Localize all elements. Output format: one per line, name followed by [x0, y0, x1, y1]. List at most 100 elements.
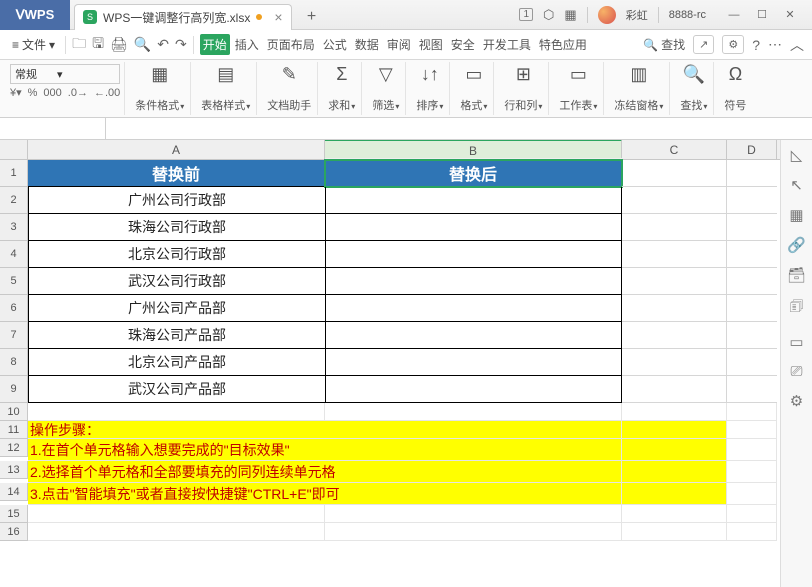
name-box[interactable] — [0, 118, 106, 139]
cell[interactable]: 珠海公司行政部 — [28, 214, 325, 241]
tab-review[interactable]: 审阅 — [384, 34, 414, 55]
cell[interactable] — [727, 160, 777, 187]
cell[interactable] — [727, 214, 777, 241]
backup-icon[interactable]: ⎚ — [790, 363, 802, 380]
row-header[interactable]: 12 — [0, 439, 28, 457]
cell[interactable] — [622, 322, 727, 349]
cell[interactable] — [622, 214, 727, 241]
cell[interactable] — [622, 403, 727, 421]
doc-assist-button[interactable]: ✎文档助手 — [261, 62, 318, 115]
cell[interactable]: 2.选择首个单元格和全部要填充的同列连续单元格 — [28, 461, 622, 483]
find-button[interactable]: 🔍查找▾ — [674, 62, 714, 115]
number-format-select[interactable]: 常规▾ — [10, 64, 120, 84]
cell[interactable]: 广州公司行政部 — [28, 187, 325, 214]
cursor-icon[interactable]: ↖ — [790, 176, 803, 194]
cell[interactable]: 珠海公司产品部 — [28, 322, 325, 349]
cell[interactable] — [727, 322, 777, 349]
collapse-ribbon-icon[interactable]: ︿ — [790, 35, 804, 55]
cell[interactable] — [727, 241, 777, 268]
cell[interactable] — [727, 187, 777, 214]
close-button[interactable]: ✕ — [776, 5, 804, 25]
cell[interactable] — [325, 322, 622, 349]
cell[interactable] — [622, 160, 727, 187]
rowcol-button[interactable]: ⊞行和列▾ — [498, 62, 549, 115]
cell[interactable] — [727, 376, 777, 403]
worksheet-button[interactable]: ▭工作表▾ — [553, 62, 604, 115]
new-tab-button[interactable]: + — [300, 5, 324, 29]
cell[interactable] — [325, 241, 622, 268]
document-tab[interactable]: S WPS一键调整行高列宽.xlsx × — [74, 4, 292, 30]
row-header[interactable]: 4 — [0, 241, 28, 268]
maximize-button[interactable]: ☐ — [748, 5, 776, 25]
more-icon[interactable]: ⋯ — [768, 36, 782, 53]
tab-formula[interactable]: 公式 — [320, 34, 350, 55]
thousands-icon[interactable]: 000 — [43, 87, 61, 99]
help-icon[interactable]: ? — [752, 37, 760, 53]
row-header[interactable]: 14 — [0, 483, 28, 501]
tab-start[interactable]: 开始 — [200, 34, 230, 55]
minimize-button[interactable]: — — [720, 5, 748, 25]
freeze-button[interactable]: ▥冻结窗格▾ — [608, 62, 670, 115]
select-all-corner[interactable] — [0, 140, 28, 159]
redo-icon[interactable]: ↷ — [175, 36, 187, 53]
cell[interactable] — [727, 295, 777, 322]
open-icon[interactable]: 🗀 — [72, 33, 86, 57]
cell[interactable] — [28, 403, 325, 421]
cell[interactable]: 3.点击"智能填充"或者直接按快捷键"CTRL+E"即可 — [28, 483, 622, 505]
row-header[interactable]: 11 — [0, 421, 28, 439]
cell[interactable] — [325, 376, 622, 403]
row-header[interactable]: 6 — [0, 295, 28, 322]
cell[interactable] — [325, 505, 622, 523]
app-menu-button[interactable]: ≡ 文件 ▾ — [8, 34, 59, 55]
tab-special[interactable]: 特色应用 — [536, 34, 590, 55]
preview-icon[interactable]: 🔍 — [134, 36, 151, 53]
grid-icon[interactable]: ▦ — [564, 7, 576, 23]
cell[interactable] — [28, 523, 325, 541]
save-icon[interactable]: 🖫 — [92, 33, 104, 57]
dec-inc-icon[interactable]: .0→ — [68, 87, 88, 99]
cell[interactable]: 操作步骤： — [28, 421, 622, 439]
cell[interactable]: 广州公司产品部 — [28, 295, 325, 322]
cell[interactable] — [622, 421, 727, 439]
cell[interactable] — [325, 214, 622, 241]
row-header[interactable]: 10 — [0, 403, 28, 421]
cell[interactable]: 武汉公司行政部 — [28, 268, 325, 295]
cell[interactable] — [622, 505, 727, 523]
username[interactable]: 彩虹 — [626, 7, 648, 23]
cell[interactable] — [727, 349, 777, 376]
cell[interactable] — [622, 483, 727, 505]
db-icon[interactable]: 🗃 — [787, 266, 806, 284]
tab-close-icon[interactable]: × — [274, 9, 282, 25]
row-header[interactable]: 15 — [0, 505, 28, 523]
cell[interactable]: 北京公司产品部 — [28, 349, 325, 376]
spreadsheet-grid[interactable]: A B C D 1 替换前 替换后 2广州公司行政部 3珠海公司行政部 4北京公… — [0, 140, 780, 587]
clip-icon[interactable]: 🗊 — [790, 296, 804, 321]
symbol-button[interactable]: Ω符号 — [718, 62, 752, 115]
style-icon[interactable]: ▦ — [789, 206, 803, 224]
row-header[interactable]: 16 — [0, 523, 28, 541]
cell[interactable]: 替换前 — [28, 160, 325, 187]
currency-icon[interactable]: ¥▾ — [10, 86, 22, 99]
cond-format-button[interactable]: ▦条件格式▾ — [129, 62, 191, 115]
cell[interactable] — [727, 439, 777, 461]
col-header-b[interactable]: B — [325, 140, 622, 158]
cell[interactable] — [622, 241, 727, 268]
cell[interactable] — [622, 187, 727, 214]
sum-button[interactable]: Σ求和▾ — [322, 62, 362, 115]
format-button[interactable]: ▭格式▾ — [454, 62, 494, 115]
cell[interactable] — [727, 403, 777, 421]
row-header[interactable]: 7 — [0, 322, 28, 349]
filter-button[interactable]: ▽筛选▾ — [366, 62, 406, 115]
cell[interactable] — [622, 461, 727, 483]
wps-logo[interactable]: ᐯ WPS — [0, 0, 70, 30]
tab-view[interactable]: 视图 — [416, 34, 446, 55]
cell[interactable] — [727, 421, 777, 439]
search-button[interactable]: 🔍 查找 — [643, 36, 685, 53]
cell[interactable] — [325, 523, 622, 541]
cell[interactable] — [622, 439, 727, 461]
cell[interactable]: 1.在首个单元格输入想要完成的"目标效果" — [28, 439, 622, 461]
cell[interactable] — [727, 461, 777, 483]
triangle-icon[interactable]: ◺ — [791, 146, 803, 164]
tab-security[interactable]: 安全 — [448, 34, 478, 55]
undo-icon[interactable]: ↶ — [157, 36, 169, 53]
